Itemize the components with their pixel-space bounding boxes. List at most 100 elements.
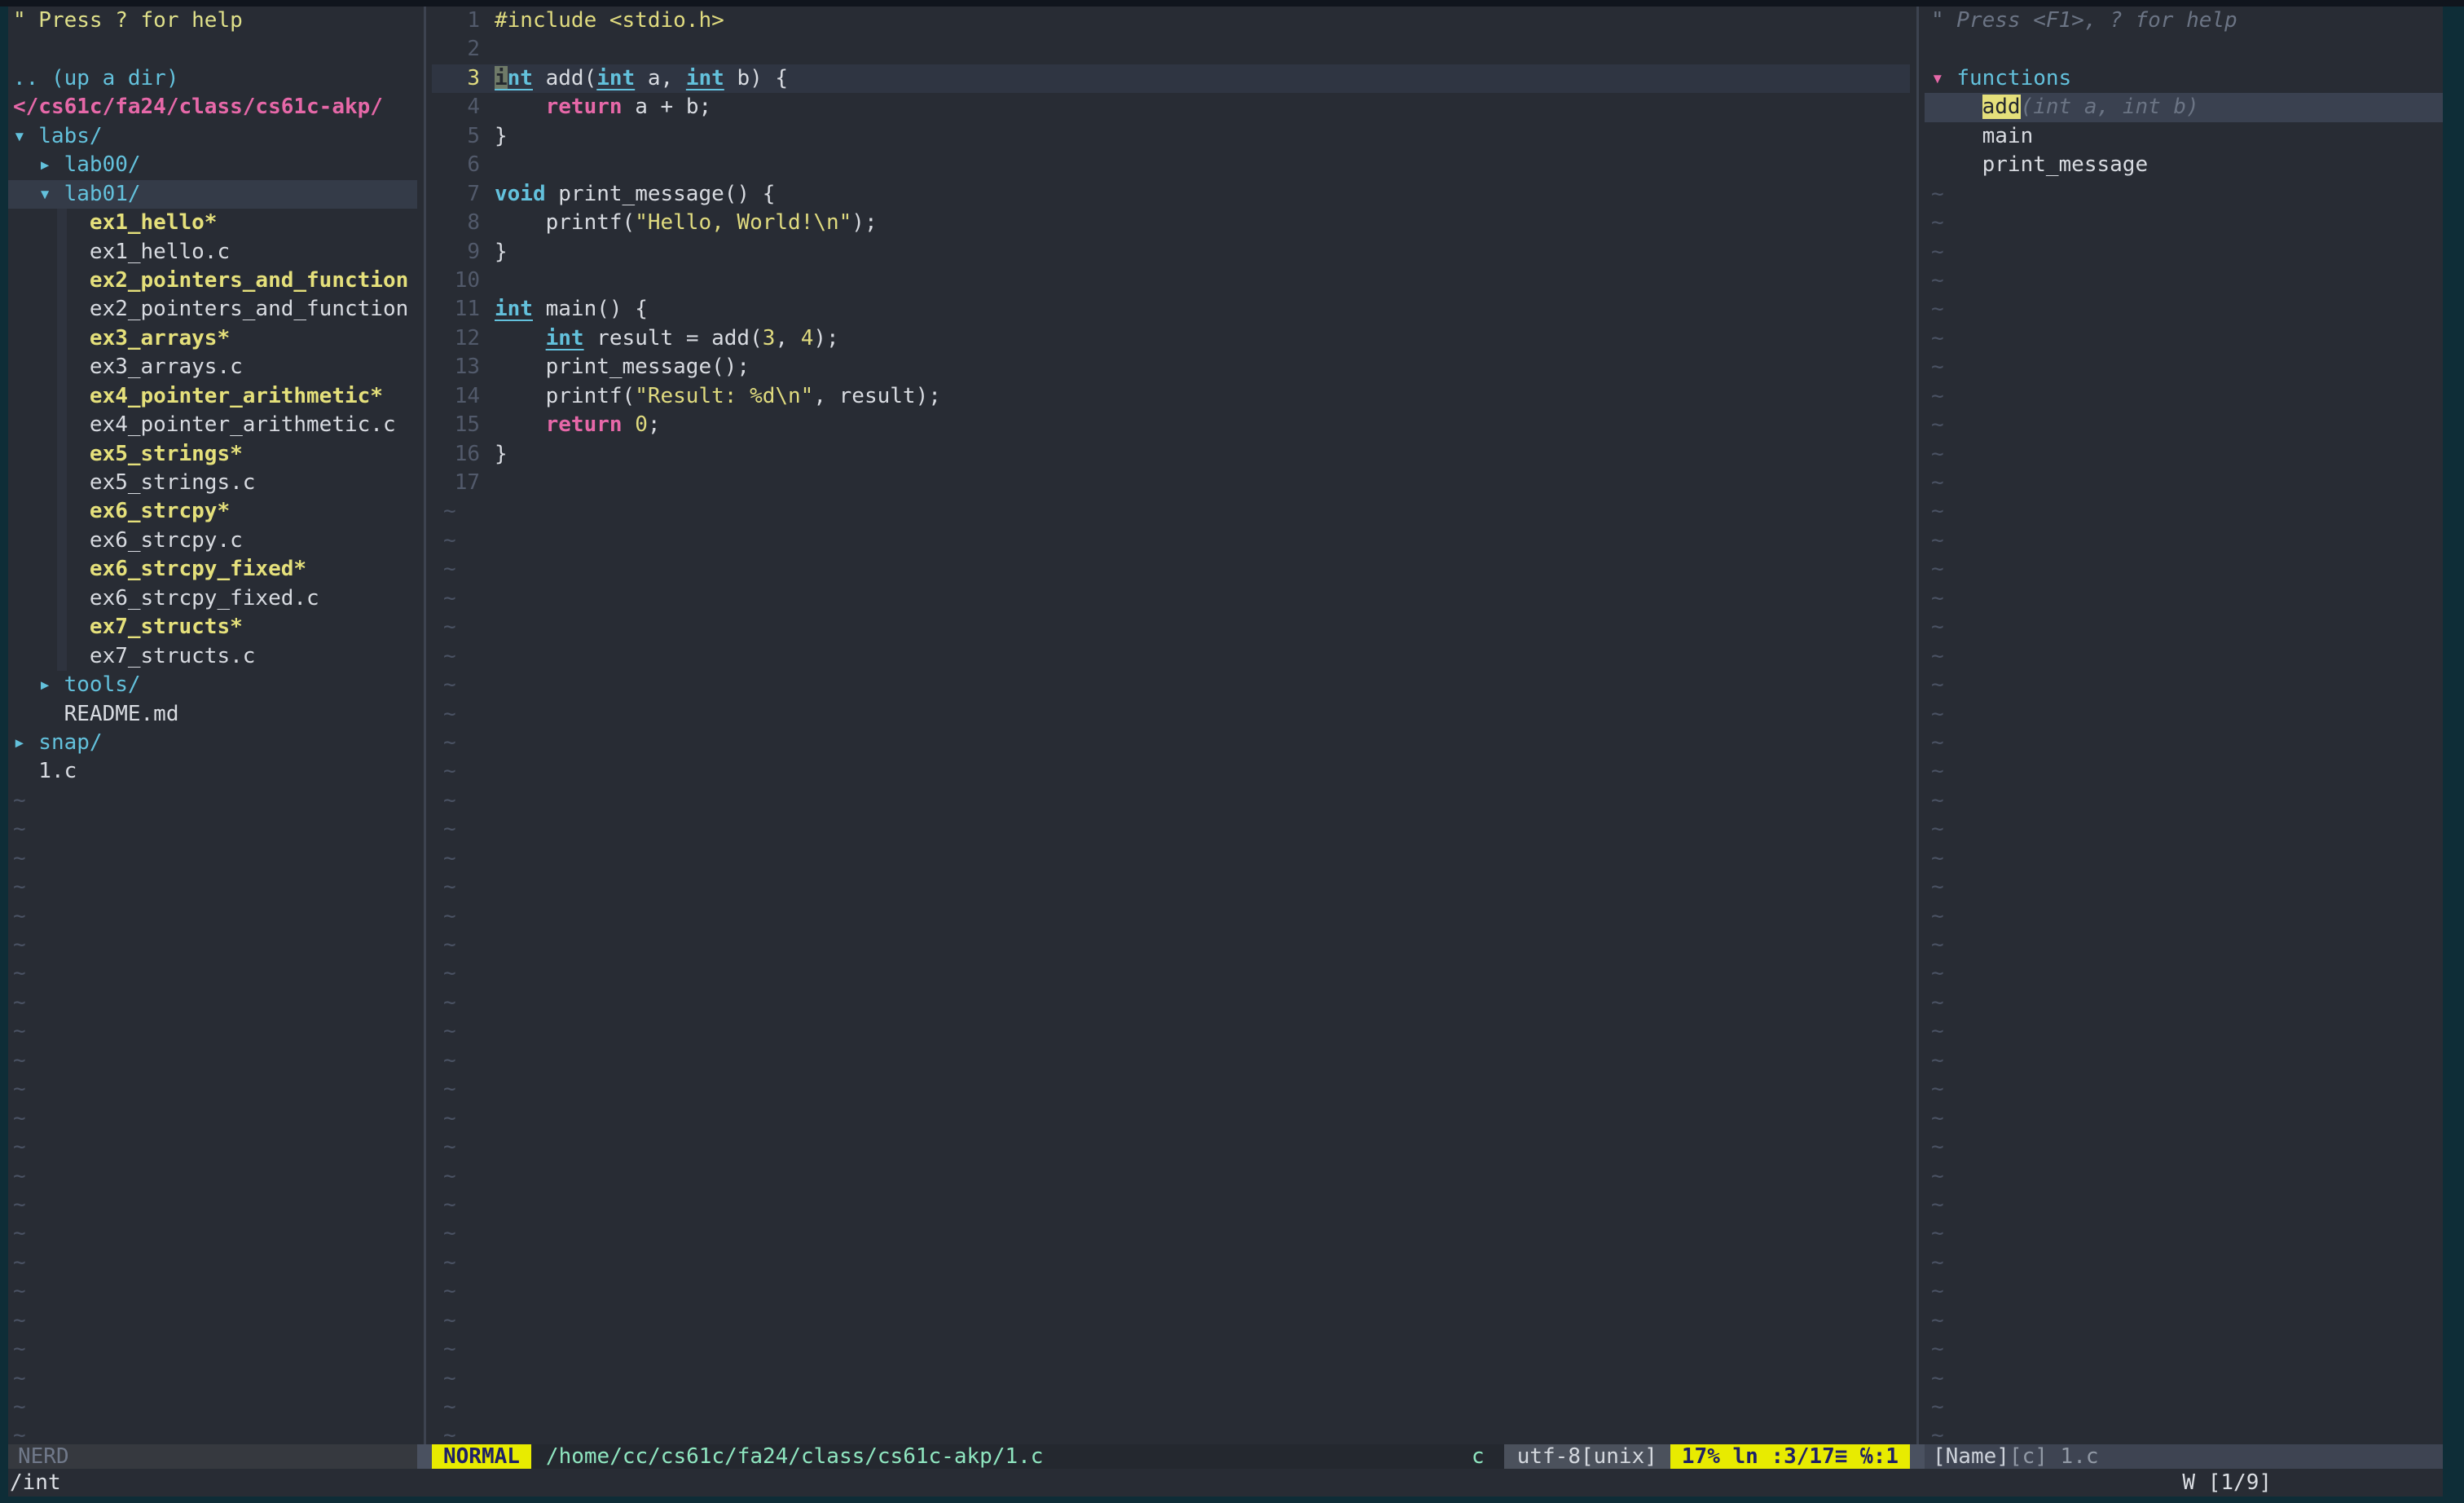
line-number: 11 xyxy=(454,297,480,322)
tree-row[interactable]: .. (up a dir) xyxy=(8,64,417,93)
cursor-position-indicator: 17% ln :3/17≡ ℅:1 xyxy=(1670,1444,1910,1469)
tilde-row: ~ xyxy=(443,1163,456,1188)
tagbar-statusline: [Name] [c] 1.c xyxy=(1925,1444,2443,1469)
tilde-row: ~ xyxy=(443,585,456,610)
tilde-row: ~ xyxy=(443,1365,456,1391)
tilde-row: ~ xyxy=(1931,903,1944,928)
tilde-row: ~ xyxy=(13,1279,26,1304)
tilde-row: ~ xyxy=(13,1163,26,1188)
tilde-row: ~ xyxy=(13,1423,26,1444)
command-line[interactable]: /int W [1/9] xyxy=(8,1469,2443,1496)
code-line[interactable]: 13 print_message(); xyxy=(432,353,1910,381)
tag-row[interactable]: main xyxy=(1925,122,2443,151)
code-line[interactable]: 10 xyxy=(432,267,1910,295)
tilde-row: ~ xyxy=(443,1192,456,1217)
tree-row[interactable]: ex1_hello* xyxy=(8,209,417,237)
tilde-row: ~ xyxy=(1931,672,1944,698)
tree-row[interactable]: ex2_pointers_and_function xyxy=(8,295,417,324)
tree-row[interactable]: ex6_strcpy_fixed* xyxy=(8,555,417,584)
tree-row[interactable]: README.md xyxy=(8,700,417,729)
code-line[interactable]: 3 int add(int a, int b) { xyxy=(432,64,1910,94)
tilde-row: ~ xyxy=(443,817,456,842)
tilde-row: ~ xyxy=(1931,210,1944,236)
tree-row[interactable]: ex3_arrays.c xyxy=(8,353,417,381)
tree-row[interactable]: ex6_strcpy_fixed.c xyxy=(8,584,417,613)
tree-row[interactable]: ex1_hello.c xyxy=(8,238,417,267)
tag-row[interactable] xyxy=(1925,35,2443,64)
vim-windows: " Press ? for help .. (up a dir) </cs61c/… xyxy=(8,7,2443,1469)
tag-row[interactable]: add(int a, int b) xyxy=(1925,93,2443,122)
tree-row[interactable]: ex7_structs.c xyxy=(8,642,417,671)
code-line[interactable]: 11 int main() { xyxy=(432,295,1910,324)
window-separator-right[interactable] xyxy=(1910,7,1925,1469)
line-number: 17 xyxy=(454,470,480,495)
tilde-row: ~ xyxy=(13,1250,26,1275)
tilde-row: ~ xyxy=(1931,759,1944,784)
tree-row[interactable]: ex4_pointer_arithmetic* xyxy=(8,382,417,411)
code-line[interactable]: 8 printf("Hello, World!\n"); xyxy=(432,209,1910,237)
code-line[interactable]: 4 return a + b; xyxy=(432,93,1910,121)
nerdtree-file-list[interactable]: " Press ? for help .. (up a dir) </cs61c/… xyxy=(8,7,417,1444)
tilde-row: ~ xyxy=(1931,181,1944,206)
code-line[interactable]: 16} xyxy=(432,440,1910,469)
tilde-row: ~ xyxy=(443,1423,456,1444)
window-separator-left[interactable] xyxy=(417,7,432,1469)
code-line[interactable]: 5} xyxy=(432,122,1910,151)
tilde-row: ~ xyxy=(443,1307,456,1333)
tree-row[interactable]: ex5_strings* xyxy=(8,440,417,469)
tilde-row: ~ xyxy=(1931,441,1944,466)
tree-row[interactable]: ex5_strings.c xyxy=(8,469,417,497)
tilde-row: ~ xyxy=(13,932,26,957)
tree-row[interactable] xyxy=(8,35,417,64)
code-line[interactable]: 14 printf("Result: %d\n", result); xyxy=(432,382,1910,411)
search-match-count: W [1/9] xyxy=(2182,1470,2272,1495)
tree-row[interactable]: ex2_pointers_and_function xyxy=(8,267,417,295)
tree-row[interactable]: ▸ tools/ xyxy=(8,671,417,699)
tagbar-panel: " Press <F1>, ? for help ▾ functions add… xyxy=(1925,7,2443,1469)
tilde-row: ~ xyxy=(1931,615,1944,640)
tilde-row: ~ xyxy=(1931,499,1944,524)
tilde-row: ~ xyxy=(1931,1135,1944,1160)
tree-indent-guide xyxy=(57,209,67,671)
line-number: 1 xyxy=(467,8,480,33)
tilde-row: ~ xyxy=(443,990,456,1015)
tilde-row: ~ xyxy=(1931,817,1944,842)
code-buffer[interactable]: 1 #include <stdio.h> 2 3 int add(int a, int … xyxy=(432,7,1910,1444)
tag-row[interactable]: ▾ functions xyxy=(1925,64,2443,93)
tag-row[interactable]: print_message xyxy=(1925,151,2443,179)
tree-row[interactable]: ▾ labs/ xyxy=(8,122,417,151)
tilde-row: ~ xyxy=(13,875,26,900)
tagbar-tag-list[interactable]: " Press <F1>, ? for help ▾ functions add… xyxy=(1925,7,2443,1444)
code-line[interactable]: 9} xyxy=(432,238,1910,267)
filetype-indicator: c xyxy=(1472,1444,1485,1469)
tree-row[interactable]: ex3_arrays* xyxy=(8,324,417,353)
code-line[interactable]: 7 void print_message() { xyxy=(432,180,1910,209)
tree-row[interactable]: ▸ lab00/ xyxy=(8,151,417,179)
tilde-row: ~ xyxy=(1931,412,1944,438)
tree-row[interactable]: ex4_pointer_arithmetic.c xyxy=(8,411,417,439)
code-line[interactable]: 12 int result = add(3, 4); xyxy=(432,324,1910,353)
line-number: 6 xyxy=(467,152,480,178)
tilde-row: ~ xyxy=(1931,1047,1944,1073)
tag-row[interactable]: " Press <F1>, ? for help xyxy=(1925,7,2443,35)
tree-row[interactable]: 1.c xyxy=(8,757,417,786)
tree-row[interactable]: ▸ snap/ xyxy=(8,729,417,757)
tree-row[interactable]: ex7_structs* xyxy=(8,613,417,641)
tree-row[interactable]: " Press ? for help xyxy=(8,7,417,35)
code-line[interactable]: 6 xyxy=(432,151,1910,179)
code-line[interactable]: 15 return 0; xyxy=(432,411,1910,439)
tree-row[interactable]: ▾ lab01/ xyxy=(8,179,417,209)
code-line[interactable]: 17 xyxy=(432,469,1910,497)
tilde-row: ~ xyxy=(13,903,26,928)
code-line[interactable]: 2 xyxy=(432,35,1910,64)
nerdtree-statusline-label: NERD xyxy=(18,1444,69,1469)
tilde-row: ~ xyxy=(1931,297,1944,322)
tilde-row: ~ xyxy=(443,557,456,582)
tilde-row: ~ xyxy=(13,1135,26,1160)
tilde-row: ~ xyxy=(1931,1192,1944,1217)
tilde-row: ~ xyxy=(443,1135,456,1160)
tree-row[interactable]: ex6_strcpy* xyxy=(8,497,417,526)
code-line[interactable]: 1 #include <stdio.h> xyxy=(432,7,1910,35)
tree-row[interactable]: </cs61c/fa24/class/cs61c-akp/ xyxy=(8,93,417,121)
tree-row[interactable]: ex6_strcpy.c xyxy=(8,527,417,555)
